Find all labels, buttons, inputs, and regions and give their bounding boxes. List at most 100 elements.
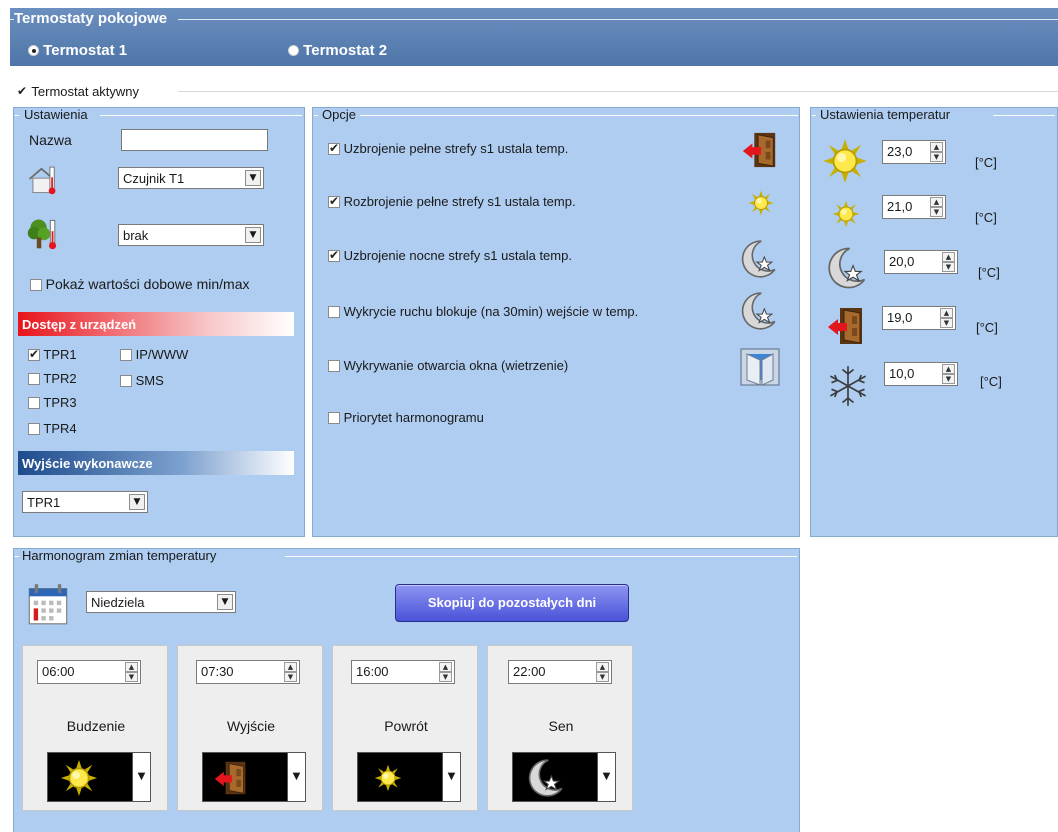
checkbox-label: IP/WWW <box>135 347 189 362</box>
time-input[interactable]: 16:00 ▲ ▼ <box>351 660 455 684</box>
temp-day-input[interactable]: 23,0 ▲ ▼ <box>882 140 946 164</box>
access-sms-checkbox[interactable]: SMS <box>120 373 164 388</box>
option-disarm-full[interactable]: Rozbrojenie pełne strefy s1 ustala temp. <box>328 194 576 209</box>
temp-away-input[interactable]: 19,0 ▲ ▼ <box>882 306 956 330</box>
spin-down-button[interactable]: ▼ <box>930 152 943 162</box>
spin-up-button[interactable]: ▲ <box>930 197 943 207</box>
radio-termostat-1[interactable]: Termostat 1 <box>28 42 127 59</box>
snowflake-icon <box>826 364 870 408</box>
spin-down-button[interactable]: ▼ <box>930 207 943 217</box>
spin-up-button[interactable]: ▲ <box>596 662 609 672</box>
spin-down-button[interactable]: ▼ <box>439 672 452 682</box>
settings-legend: Ustawienia <box>24 107 88 122</box>
moon-star-icon <box>822 245 868 291</box>
checkbox-box[interactable] <box>328 194 340 208</box>
spin-up-button[interactable]: ▲ <box>284 662 297 672</box>
checkbox-box[interactable] <box>120 349 132 361</box>
access-tpr2-checkbox[interactable]: TPR2 <box>28 371 77 386</box>
chevron-down-icon[interactable]: ▼ <box>129 494 145 510</box>
spin-down-button[interactable]: ▼ <box>125 672 138 682</box>
temp-night-input[interactable]: 20,0 ▲ ▼ <box>884 250 958 274</box>
house-sensor-icon <box>24 162 64 196</box>
spin-up-button[interactable]: ▲ <box>940 308 953 318</box>
option-arm-full[interactable]: Uzbrojenie pełne strefy s1 ustala temp. <box>328 141 568 156</box>
time-input[interactable]: 07:30 ▲ ▼ <box>196 660 300 684</box>
card-label: Wyjście <box>226 718 276 734</box>
divider <box>178 91 1058 92</box>
copy-to-other-days-button[interactable]: Skopiuj do pozostałych dni <box>395 584 629 622</box>
temp-comfort-input[interactable]: 21,0 ▲ ▼ <box>882 195 946 219</box>
radio-label: Termostat 1 <box>43 42 128 59</box>
spin-down-button[interactable]: ▼ <box>942 262 955 272</box>
time-input[interactable]: 06:00 ▲ ▼ <box>37 660 141 684</box>
chevron-down-icon[interactable]: ▼ <box>287 753 305 801</box>
checkbox-box[interactable] <box>28 347 40 361</box>
mode-icon-select[interactable]: ▼ <box>202 752 306 802</box>
mode-icon-select[interactable]: ▼ <box>357 752 461 802</box>
name-label: Nazwa <box>29 132 72 148</box>
show-minmax-checkbox[interactable]: Pokaż wartości dobowe min/max <box>30 276 250 292</box>
card-label: Budzenie <box>66 718 126 734</box>
checkbox-box[interactable] <box>328 248 340 262</box>
access-header: Dostęp z urządzeń <box>18 312 294 336</box>
temp-frost-input[interactable]: 10,0 ▲ ▼ <box>884 362 958 386</box>
spin-up-button[interactable]: ▲ <box>942 364 955 374</box>
spin-down-button[interactable]: ▼ <box>942 374 955 384</box>
sensor2-select[interactable]: brak ▼ <box>118 224 264 246</box>
checkbox-box[interactable] <box>328 306 340 318</box>
sensor1-select[interactable]: Czujnik T1 ▼ <box>118 167 264 189</box>
checkbox-box[interactable] <box>328 141 340 155</box>
mode-icon-select[interactable]: ▼ <box>512 752 616 802</box>
checkbox-box[interactable] <box>16 84 28 98</box>
time-value: 16:00 <box>356 664 389 679</box>
schedule-card-wake: 06:00 ▲ ▼ Budzenie ▼ <box>22 645 168 811</box>
output-select[interactable]: TPR1 ▼ <box>22 491 148 513</box>
time-value: 22:00 <box>513 664 546 679</box>
chevron-down-icon[interactable]: ▼ <box>132 753 150 801</box>
option-window-detect[interactable]: Wykrywanie otwarcia okna (wietrzenie) <box>328 358 568 373</box>
access-tpr1-checkbox[interactable]: TPR1 <box>28 347 77 362</box>
checkbox-box[interactable] <box>28 397 40 409</box>
checkbox-box[interactable] <box>30 279 42 291</box>
checkbox-label: Rozbrojenie pełne strefy s1 ustala temp. <box>343 194 576 209</box>
option-schedule-priority[interactable]: Priorytet harmonogramu <box>328 410 484 425</box>
spin-up-button[interactable]: ▲ <box>125 662 138 672</box>
checkbox-box[interactable] <box>328 412 340 424</box>
chevron-down-icon[interactable]: ▼ <box>442 753 460 801</box>
chevron-down-icon[interactable]: ▼ <box>245 170 261 186</box>
name-input[interactable] <box>121 129 268 151</box>
radio-indicator[interactable] <box>28 45 39 56</box>
checkbox-label: Wykrycie ruchu blokuje (na 30min) wejści… <box>343 304 639 319</box>
thermostat-active-checkbox[interactable]: Termostat aktywny <box>16 84 139 99</box>
option-motion-block[interactable]: Wykrycie ruchu blokuje (na 30min) wejści… <box>328 304 638 319</box>
option-arm-night[interactable]: Uzbrojenie nocne strefy s1 ustala temp. <box>328 248 572 263</box>
time-input[interactable]: 22:00 ▲ ▼ <box>508 660 612 684</box>
door-exit-icon <box>213 760 249 796</box>
chevron-down-icon[interactable]: ▼ <box>597 753 615 801</box>
checkbox-label: TPR2 <box>43 371 77 386</box>
access-tpr4-checkbox[interactable]: TPR4 <box>28 421 77 436</box>
moon-star-icon <box>523 757 565 799</box>
unit-label: [°C] <box>976 320 998 335</box>
spin-down-button[interactable]: ▼ <box>284 672 297 682</box>
chevron-down-icon[interactable]: ▼ <box>217 594 233 610</box>
chevron-down-icon[interactable]: ▼ <box>245 227 261 243</box>
radio-termostat-2[interactable]: Termostat 2 <box>288 42 387 59</box>
spin-up-button[interactable]: ▲ <box>439 662 452 672</box>
checkbox-box[interactable] <box>328 360 340 372</box>
options-panel <box>312 107 800 537</box>
mode-icon-select[interactable]: ▼ <box>47 752 151 802</box>
spin-down-button[interactable]: ▼ <box>596 672 609 682</box>
header-title: Termostaty pokojowe <box>14 10 168 27</box>
spin-down-button[interactable]: ▼ <box>940 318 953 328</box>
access-tpr3-checkbox[interactable]: TPR3 <box>28 395 77 410</box>
checkbox-box[interactable] <box>28 373 40 385</box>
radio-indicator[interactable] <box>288 45 299 56</box>
checkbox-box[interactable] <box>120 375 132 387</box>
spin-up-button[interactable]: ▲ <box>930 142 943 152</box>
checkbox-box[interactable] <box>28 423 40 435</box>
access-ipwww-checkbox[interactable]: IP/WWW <box>120 347 188 362</box>
spin-up-button[interactable]: ▲ <box>942 252 955 262</box>
checkbox-label: Termostat aktywny <box>31 84 140 99</box>
day-select[interactable]: Niedziela ▼ <box>86 591 236 613</box>
